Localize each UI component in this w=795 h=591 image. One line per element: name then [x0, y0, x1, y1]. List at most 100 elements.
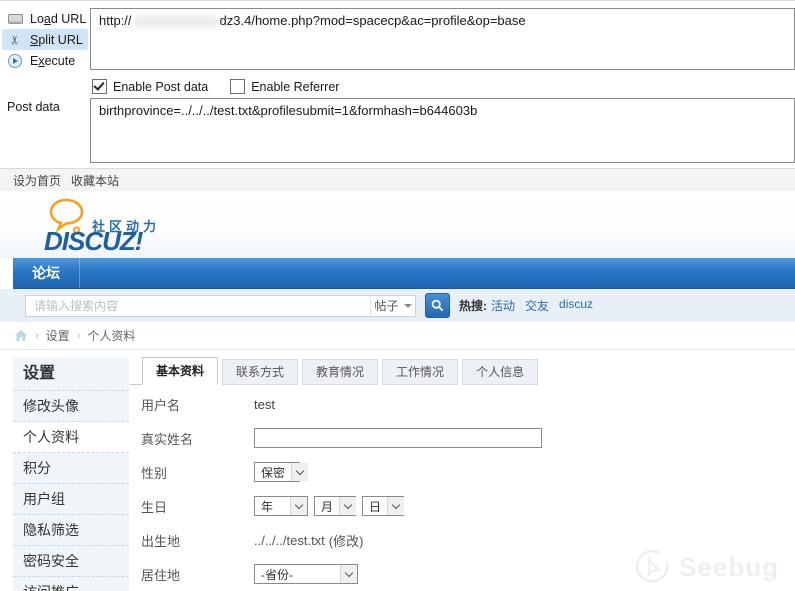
execute-button[interactable]: Execute	[2, 50, 88, 71]
birthday-label: 生日	[130, 497, 254, 516]
residence-province-select[interactable]: -省份-	[254, 564, 358, 584]
birth-month-value: 月	[315, 497, 339, 515]
enable-referrer-label: Enable Referrer	[251, 80, 339, 94]
main-navbar: 论坛	[13, 258, 795, 289]
scissors-icon: ✂	[6, 34, 24, 46]
hot-link-discuz[interactable]: discuz	[559, 297, 593, 314]
sidebar-item-avatar[interactable]: 修改头像	[13, 391, 129, 422]
sidebar-item-security[interactable]: 密码安全	[13, 546, 129, 577]
sidebar-item-promotion[interactable]: 访问推广	[13, 577, 129, 591]
username-row: 用户名 test	[130, 392, 795, 416]
chevron-down-icon	[290, 497, 307, 515]
enable-post-data-checkbox[interactable]	[92, 79, 107, 94]
gender-select[interactable]: 保密	[254, 462, 300, 482]
sidebar-item-usergroup[interactable]: 用户组	[13, 484, 129, 515]
hackbar-options-row: Enable Post data Enable Referrer	[92, 79, 361, 94]
sidebar-item-credits[interactable]: 积分	[13, 453, 129, 484]
birth-day-value: 日	[363, 497, 387, 515]
birth-year-select[interactable]: 年	[254, 496, 308, 516]
chevron-down-icon	[404, 304, 412, 308]
chevron-down-icon	[387, 497, 404, 515]
enable-referrer-checkbox[interactable]	[230, 79, 245, 94]
birthplace-label: 出生地	[130, 531, 254, 550]
post-data-label: Post data	[7, 100, 60, 114]
birthplace-edit-link[interactable]: (修改)	[329, 531, 364, 550]
set-homepage-link[interactable]: 设为首页	[13, 172, 61, 189]
split-url-button[interactable]: ✂ Split URL	[2, 29, 88, 50]
username-value: test	[254, 397, 275, 412]
hot-link-friends[interactable]: 交友	[525, 297, 549, 314]
home-icon[interactable]	[14, 329, 28, 342]
residence-province-value: -省份-	[255, 565, 340, 583]
url-redacted-blur	[134, 15, 218, 28]
breadcrumb-profile[interactable]: 个人资料	[87, 327, 135, 344]
url-input[interactable]: http:// dz3.4/home.php?mod=spacecp&ac=pro…	[90, 8, 795, 70]
load-url-button[interactable]: Load URL	[2, 8, 88, 29]
discuz-logo[interactable]: 社区动力 DISCUZ!	[44, 194, 164, 254]
seebug-logo-icon	[635, 549, 671, 585]
load-url-label: Load URL	[30, 12, 86, 26]
hackbar-panel: Load URL ✂ Split URL Execute http:// dz3.…	[0, 0, 795, 168]
load-url-icon	[6, 14, 24, 24]
enable-post-data-option[interactable]: Enable Post data	[92, 79, 208, 94]
post-data-input[interactable]: birthprovince=../../../test.txt&profiles…	[90, 98, 795, 163]
enable-referrer-option[interactable]: Enable Referrer	[230, 79, 339, 94]
birth-month-select[interactable]: 月	[314, 496, 356, 516]
residence-label: 居住地	[130, 565, 254, 584]
gender-label: 性别	[130, 463, 254, 482]
play-icon	[6, 54, 24, 68]
hot-search-label: 热搜:	[459, 297, 487, 314]
search-box: 帖子	[25, 295, 416, 317]
split-url-label: Split URL	[30, 33, 83, 47]
site-header: 社区动力 DISCUZ!	[0, 191, 795, 258]
tab-basic-info[interactable]: 基本资料	[142, 357, 218, 385]
chevron-down-icon	[340, 565, 357, 583]
realname-row: 真实姓名	[130, 426, 795, 450]
search-scope-value: 帖子	[374, 297, 398, 314]
gender-select-value: 保密	[255, 463, 291, 481]
search-strip: 帖子 热搜: 活动 交友 discuz	[0, 289, 795, 322]
tab-contact[interactable]: 联系方式	[222, 359, 298, 385]
search-input[interactable]	[26, 297, 370, 315]
site-top-strip: 设为首页 收藏本站	[0, 168, 795, 192]
tab-education[interactable]: 教育情况	[302, 359, 378, 385]
hot-link-activity[interactable]: 活动	[491, 297, 515, 314]
search-button[interactable]	[425, 293, 450, 318]
birthplace-value: ../../../test.txt	[254, 533, 325, 548]
chevron-down-icon	[291, 463, 308, 481]
url-suffix: dz3.4/home.php?mod=spacecp&ac=profile&op…	[220, 13, 526, 28]
birthday-row: 生日 年 月 日	[130, 494, 795, 518]
seebug-watermark: Seebug	[635, 549, 779, 585]
username-label: 用户名	[130, 395, 254, 414]
settings-sidebar: 设置 修改头像 个人资料 积分 用户组 隐私筛选 密码安全 访问推广	[13, 358, 129, 591]
chevron-down-icon	[339, 497, 356, 515]
gender-row: 性别 保密	[130, 460, 795, 484]
breadcrumb-separator: ›	[77, 330, 81, 342]
tab-personal[interactable]: 个人信息	[462, 359, 538, 385]
breadcrumb-separator: ›	[35, 330, 39, 342]
tab-work[interactable]: 工作情况	[382, 359, 458, 385]
profile-tabs: 基本资料 联系方式 教育情况 工作情况 个人信息	[130, 358, 795, 385]
bookmark-site-link[interactable]: 收藏本站	[71, 172, 119, 189]
breadcrumb-settings[interactable]: 设置	[46, 327, 70, 344]
sidebar-title: 设置	[13, 358, 129, 391]
birth-year-value: 年	[255, 497, 290, 515]
search-scope-dropdown[interactable]: 帖子	[370, 296, 415, 316]
realname-label: 真实姓名	[130, 429, 254, 448]
magnifier-icon	[431, 299, 444, 312]
sidebar-item-profile[interactable]: 个人资料	[13, 422, 129, 453]
logo-brand: DISCUZ!	[44, 226, 142, 257]
tab-baseline	[130, 358, 142, 385]
watermark-text: Seebug	[679, 552, 779, 583]
breadcrumb: › 设置 › 个人资料	[0, 322, 795, 350]
hackbar-button-column: Load URL ✂ Split URL Execute	[2, 8, 88, 71]
sidebar-item-privacy[interactable]: 隐私筛选	[13, 515, 129, 546]
enable-post-data-label: Enable Post data	[113, 80, 208, 94]
nav-item-forum[interactable]: 论坛	[13, 258, 80, 288]
birth-day-select[interactable]: 日	[362, 496, 404, 516]
url-prefix: http://	[99, 13, 132, 28]
screen: Load URL ✂ Split URL Execute http:// dz3.…	[0, 0, 795, 591]
realname-input[interactable]	[254, 428, 542, 448]
execute-label: Execute	[30, 54, 75, 68]
hot-search-links: 活动 交友 discuz	[491, 297, 603, 314]
